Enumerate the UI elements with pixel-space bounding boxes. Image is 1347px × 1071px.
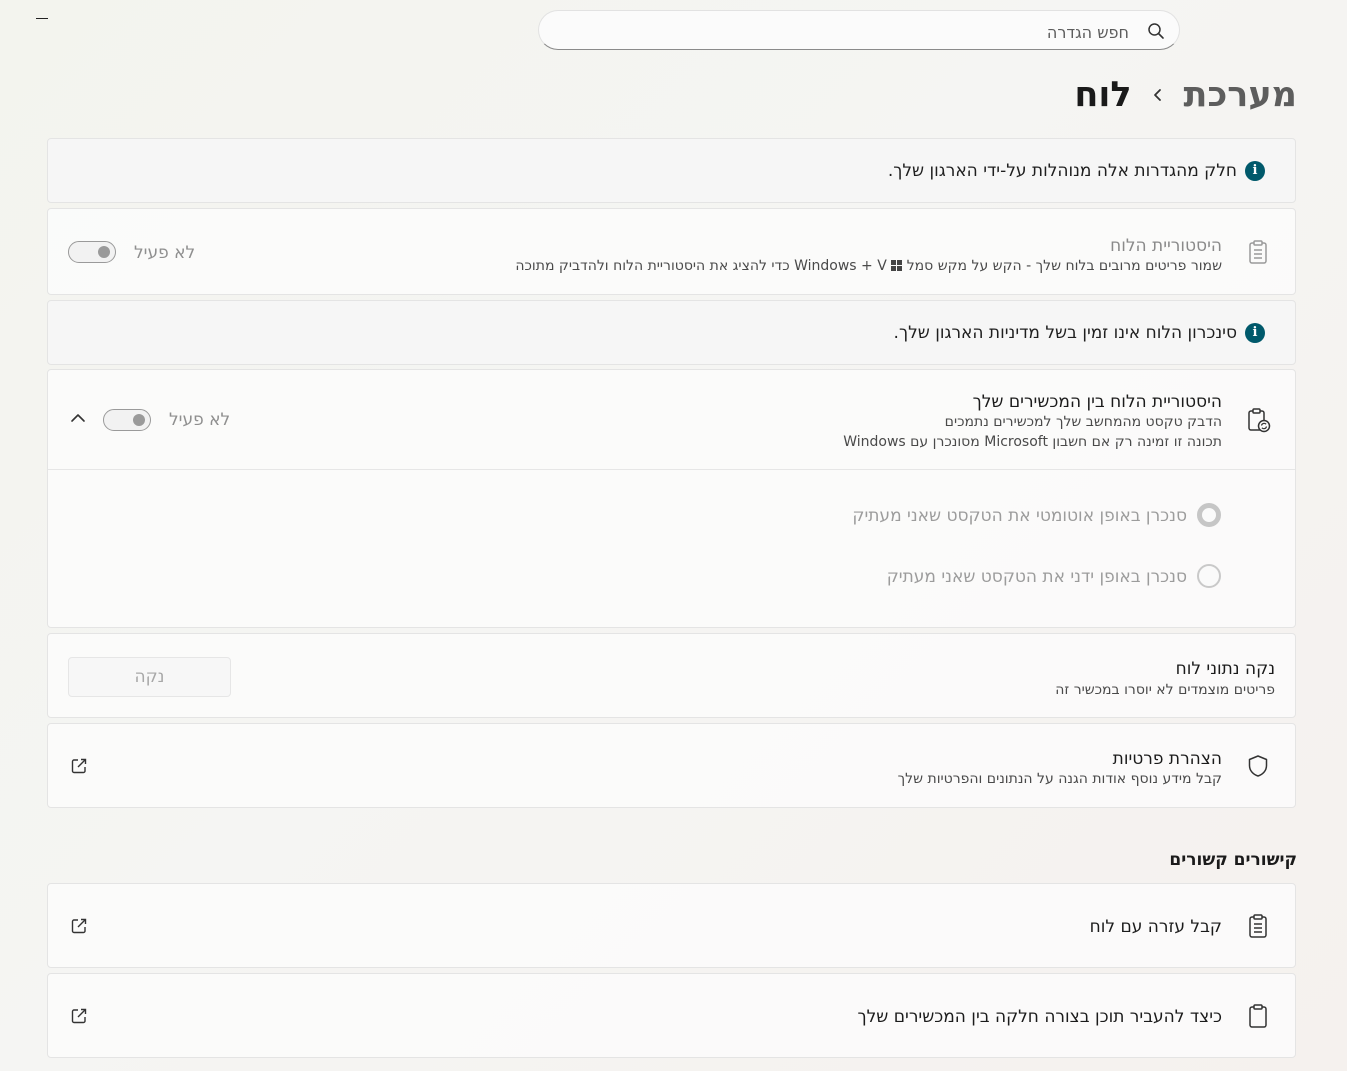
clipboard-history-toggle[interactable]: [68, 241, 116, 263]
clear-data-card: נקה נתוני לוח פריטים מוצמדים לא יוסרו במ…: [47, 633, 1296, 718]
related-link-help[interactable]: קבל עזרה עם לוח: [47, 883, 1296, 968]
cross-device-desc-2: תכונה זו זמינה רק אם חשבון Microsoft מסו…: [843, 434, 1222, 450]
clipboard-list-icon: [1249, 913, 1267, 938]
breadcrumb: מערכת לוח: [1074, 70, 1297, 120]
chevron-up-icon[interactable]: [70, 412, 86, 424]
info-icon: i: [1245, 160, 1265, 181]
external-link-icon: [71, 1008, 87, 1023]
clear-button[interactable]: נקה: [68, 657, 231, 697]
privacy-title: הצהרת פרטיות: [1112, 749, 1222, 769]
clipboard-sync-icon: [1248, 407, 1271, 432]
related-links-title: קישורים קשורים: [1169, 850, 1297, 870]
sync-unavailable-notice-text: סינכרון הלוח אינו זמין בשל מדיניות הארגו…: [893, 322, 1237, 343]
radio-sync-manual-label: סנכרן באופן ידני את הטקסט שאני מעתיק: [886, 567, 1187, 587]
page-title: לוח: [1074, 75, 1132, 115]
cross-device-header[interactable]: היסטוריית הלוח בין המכשירים שלך הדבק טקס…: [48, 370, 1295, 470]
clear-data-desc: פריטים מוצמדים לא יוסרו במכשיר זה: [1055, 682, 1275, 698]
cross-device-toggle[interactable]: [103, 409, 151, 431]
info-icon: i: [1245, 322, 1265, 343]
radio-sync-auto[interactable]: [1197, 503, 1221, 527]
search-icon: [1148, 23, 1164, 39]
clipboard-icon: [1249, 1003, 1267, 1028]
related-link-transfer[interactable]: כיצד להעביר תוכן בצורה חלקה בין המכשירים…: [47, 973, 1296, 1058]
related-link-help-label: קבל עזרה עם לוח: [1089, 917, 1222, 937]
chevron-left-icon: [1152, 88, 1164, 102]
cross-device-toggle-label: לא פעיל: [169, 410, 231, 430]
search-input[interactable]: [567, 19, 1131, 45]
clipboard-history-toggle-label: לא פעיל: [134, 243, 196, 263]
cross-device-desc-1: הדבק טקסט מהמחשב שלך למכשירים נתמכים: [944, 414, 1222, 430]
radio-sync-auto-label: סנכרן באופן אוטומטי את הטקסט שאני מעתיק: [852, 506, 1187, 526]
clipboard-list-icon: [1249, 239, 1267, 264]
clipboard-history-desc: שמור פריטים מרובים בלוח שלך - הקש על מקש…: [515, 258, 1222, 274]
clipboard-history-card: היסטוריית הלוח שמור פריטים מרובים בלוח ש…: [47, 208, 1296, 295]
privacy-card[interactable]: הצהרת פרטיות קבל מידע נוסף אודות הגנה על…: [47, 723, 1296, 808]
cross-device-title: היסטוריית הלוח בין המכשירים שלך: [972, 392, 1222, 412]
radio-sync-manual[interactable]: [1197, 564, 1221, 588]
sync-unavailable-notice: i סינכרון הלוח אינו זמין בשל מדיניות האר…: [47, 300, 1296, 365]
search-box[interactable]: [538, 10, 1180, 50]
managed-notice: i חלק מהגדרות אלה מנוהלות על-ידי הארגון …: [47, 138, 1296, 203]
clipboard-history-title: היסטוריית הלוח: [1110, 236, 1222, 256]
cross-device-card: היסטוריית הלוח בין המכשירים שלך הדבק טקס…: [47, 369, 1296, 628]
minimize-icon[interactable]: [36, 18, 48, 19]
shield-icon: [1248, 754, 1268, 777]
windows-logo-icon: [891, 259, 903, 271]
related-link-transfer-label: כיצד להעביר תוכן בצורה חלקה בין המכשירים…: [857, 1007, 1223, 1027]
breadcrumb-parent[interactable]: מערכת: [1184, 75, 1297, 115]
external-link-icon: [71, 918, 87, 933]
clear-data-title: נקה נתוני לוח: [1175, 659, 1275, 679]
privacy-desc: קבל מידע נוסף אודות הגנה על הנתונים והפר…: [897, 771, 1222, 787]
external-link-icon: [71, 758, 87, 773]
managed-notice-text: חלק מהגדרות אלה מנוהלות על-ידי הארגון של…: [887, 160, 1237, 181]
